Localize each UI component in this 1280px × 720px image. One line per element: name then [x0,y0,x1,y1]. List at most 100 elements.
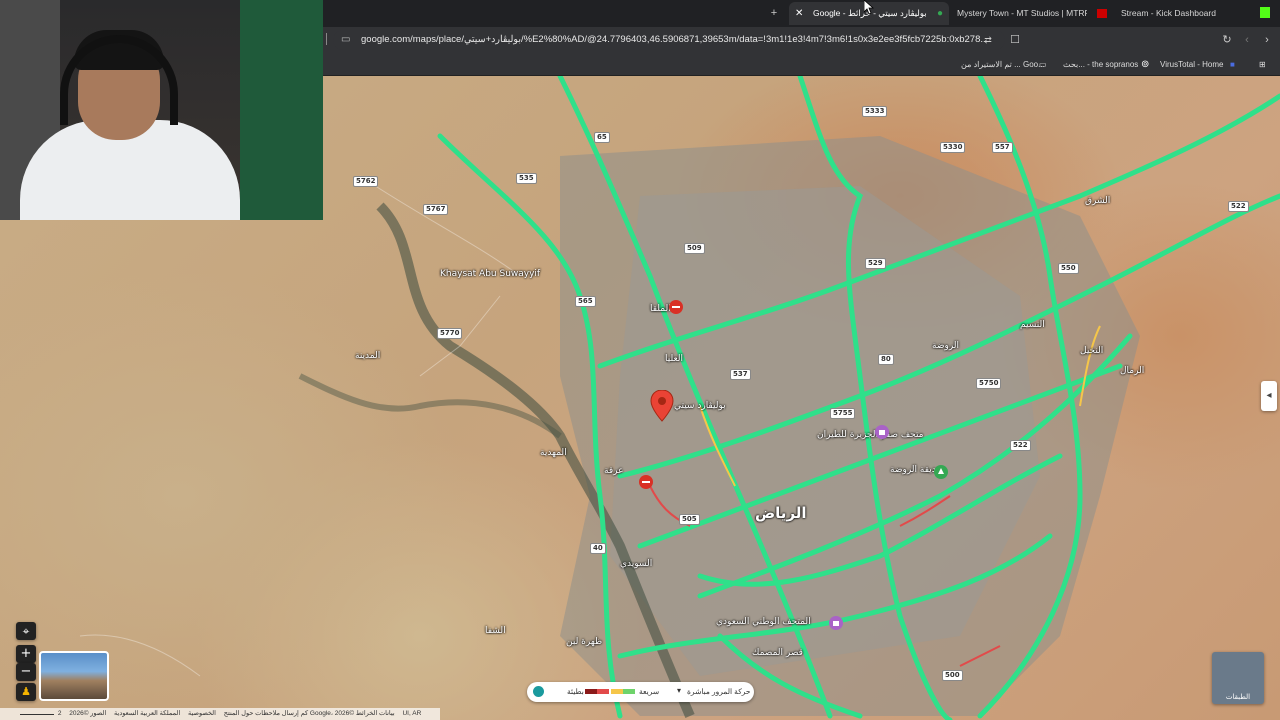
traffic-color-swatch [585,689,597,694]
road-shield: 537 [730,369,751,380]
place-label: متحف صقر الجزيرة للطيران [817,430,924,440]
place-label: النسيم [1020,320,1045,330]
privacy-link[interactable]: الخصوصية [188,710,216,717]
place-label: الشرق [1085,196,1111,206]
road-shield: 557 [992,142,1013,153]
road-shield: 5767 [423,204,449,215]
tab-kick-dashboard[interactable]: Stream - Kick Dashboard [1095,2,1255,25]
close-icon[interactable]: ✕ [795,2,803,25]
kick-favicon-icon [1097,9,1107,18]
traffic-fast-label: سريعة [639,687,660,696]
tab-mystery-town[interactable]: Mystery Town - MT Studios | MTRP [957,2,1087,25]
pegman-icon[interactable]: ♟ [16,683,36,701]
webcam-flag [240,0,323,220]
road-shield: 505 [679,514,700,525]
road-shield: 509 [684,243,705,254]
place-label: الملقا [650,304,671,314]
place-label: ظهرة لبن [566,637,603,647]
tab-label: Mystery Town - MT Studios | MTRP [957,8,1087,18]
traffic-toggle-icon[interactable] [533,686,544,697]
my-location-button[interactable]: ⌖ [16,622,36,640]
folder-icon: ▭ [1039,60,1047,69]
maps-favicon-icon: ● [936,8,943,19]
road-shield: 565 [575,296,596,307]
terms-link[interactable]: المملكة العربية السعودية [114,710,180,717]
traffic-slow-label: بطيئة [567,687,584,696]
road-shield: 535 [516,173,537,184]
place-label: Khaysat Abu Suwayyif [440,269,541,279]
bookmark-icon-blue[interactable]: ■ [1230,53,1235,76]
webcam-overlay [0,0,323,220]
address-bar[interactable]: ▭ google.com/maps/place/بوليڤارد+سيتي/%E… [333,30,1005,50]
place-label: الرمال [1120,366,1145,376]
tab-label: Stream - Kick Dashboard [1121,8,1216,18]
ui-label: UI, AR [402,710,422,717]
traffic-color-swatch [597,689,609,694]
street-view-thumbnail[interactable] [39,651,109,701]
road-shield: 5333 [862,106,888,117]
url-text[interactable]: google.com/maps/place/بوليڤارد+سيتي/%E2%… [361,34,988,45]
place-label: النخيل [1080,346,1104,356]
toolbar: ▭ google.com/maps/place/بوليڤارد+سيتي/%E… [323,27,1280,53]
road-shield: 80 [878,354,894,365]
back-icon[interactable]: ‹ [1240,33,1254,47]
park-icon[interactable] [934,465,948,479]
scale-bar [20,708,54,715]
bookmark-imported-folder[interactable]: تم الاستيراد من ... Goo... [961,53,1045,76]
new-tab-icon[interactable]: + [767,6,781,20]
kick-extension-icon[interactable] [1260,7,1270,18]
zoom-out-button[interactable]: − [16,663,36,681]
location-pin-icon[interactable] [650,390,674,422]
bookmark-icon[interactable]: ☐ [1008,33,1022,47]
map-footer: 2 كم إرسال ملاحظات حول المنتج الخصوصية ا… [0,708,440,720]
screen: Khaysat Abu Suwayyif المتحف الوطني السعو… [0,0,1280,720]
road-shield: 5762 [353,176,379,187]
chevron-down-icon[interactable]: ▾ [677,686,681,695]
collapse-panel-button[interactable]: ◂ [1261,381,1277,411]
reload-icon[interactable]: ↻ [1220,33,1234,47]
traffic-color-swatch [623,689,635,694]
no-entry-icon [669,300,683,314]
road-shield: 522 [1010,440,1031,451]
road-shield: 550 [1058,263,1079,274]
apps-grid-icon[interactable]: ⊞ [1259,53,1266,76]
place-label: عرقة [604,466,624,476]
translate-icon[interactable]: ⇄ [981,33,995,47]
road-shield: 5770 [437,328,463,339]
layers-button[interactable]: الطبقات [1212,652,1264,704]
place-label: المتحف الوطني السعودي [716,617,811,627]
road-shield: 5755 [830,408,856,419]
place-label: الشفا [485,626,506,636]
road-shield: 5750 [976,378,1002,389]
tab-bar: + ✕ Google - بوليڤارد سيتي - خرائط ● Mys… [323,0,1280,27]
road-shield: 522 [1228,201,1249,212]
bookmarks-bar: VirusTotal - Home ⊚ ■ ⊞ بحث... - the sop… [323,53,1280,76]
road-shield: 40 [590,543,606,554]
traffic-legend[interactable]: بطيئة سريعة ▾ حركة المرور مباشرة [527,682,754,702]
road-shield: 5330 [940,142,966,153]
virustotal-icon: ⊚ [1141,59,1150,70]
layers-label: الطبقات [1225,693,1251,701]
place-label: العليا [665,354,684,364]
pin-label[interactable]: بوليڤارد سيتي [674,401,726,411]
museum-icon[interactable] [829,616,843,630]
traffic-title[interactable]: حركة المرور مباشرة [687,687,751,696]
place-label: الروضة [932,341,960,351]
city-label: الرياض [755,504,807,522]
site-info-icon[interactable]: ▭ [341,30,350,50]
divider [326,33,327,45]
mouse-cursor-icon [864,0,874,14]
place-label: المدينة [355,351,381,361]
place-label: السويدي [620,559,653,569]
bookmark-sopranos[interactable]: بحث... - the sopranos [1063,53,1138,76]
road-shield: 529 [865,258,886,269]
bookmark-virustotal[interactable]: VirusTotal - Home [1160,53,1223,76]
no-entry-icon [639,475,653,489]
place-label: قصر المصمك [752,648,803,658]
zoom-in-button[interactable]: + [16,645,36,663]
place-label: المهدية [540,448,567,458]
traffic-color-swatch [611,689,623,694]
feedback-link[interactable]: إرسال ملاحظات حول المنتج [224,710,299,717]
forward-icon[interactable]: › [1260,33,1274,47]
museum-icon[interactable] [875,425,889,439]
